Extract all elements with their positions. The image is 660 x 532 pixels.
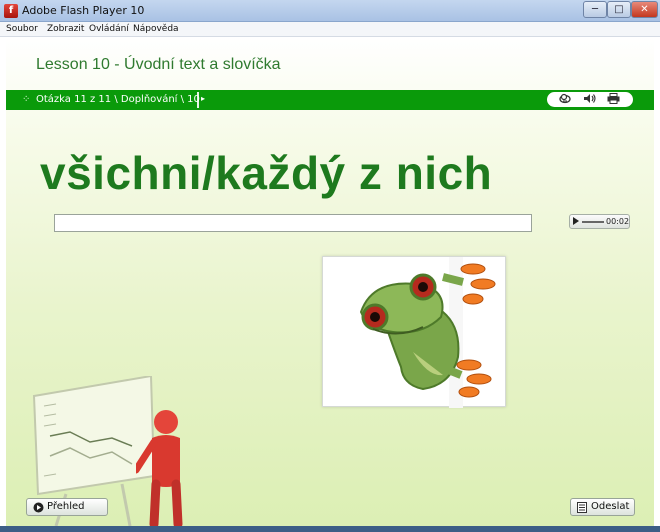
- menu-ovladani[interactable]: Ovládání: [89, 24, 129, 34]
- audio-progress-track[interactable]: [582, 221, 604, 223]
- play-icon[interactable]: [573, 217, 579, 225]
- nav-arrow-icon[interactable]: ▸: [201, 94, 205, 103]
- menu-napoveda[interactable]: Nápověda: [133, 24, 179, 34]
- window-title: Adobe Flash Player 10: [22, 4, 145, 17]
- submit-label: Odeslat: [591, 501, 630, 512]
- play-circle-icon: [33, 502, 44, 516]
- tool-buttons: [547, 92, 633, 107]
- audio-time: 00:02: [606, 217, 630, 226]
- window-title-bar: f Adobe Flash Player 10 ─ □ ✕: [0, 0, 660, 22]
- frog-illustration: [359, 257, 496, 408]
- menu-soubor[interactable]: Soubor: [6, 24, 38, 34]
- maximize-button[interactable]: □: [607, 1, 631, 18]
- frog-picture: [322, 256, 506, 408]
- nav-divider: [197, 92, 199, 108]
- minimize-button[interactable]: ─: [583, 1, 607, 18]
- flash-app-icon: f: [4, 4, 18, 18]
- vocabulary-word: všichni/každý z nich: [40, 147, 493, 199]
- overview-label: Přehled: [47, 501, 85, 512]
- speaker-icon[interactable]: [583, 93, 596, 107]
- presenter-figure-illustration: [136, 410, 183, 526]
- menu-bar: Soubor Zobrazit Ovládání Nápověda: [0, 22, 660, 37]
- audio-player[interactable]: 00:02: [569, 214, 630, 229]
- close-button[interactable]: ✕: [631, 1, 658, 18]
- lesson-stage: Lesson 10 - Úvodní text a slovíčka ⁘ Otá…: [6, 38, 654, 526]
- printer-icon[interactable]: [607, 93, 620, 107]
- menu-zobrazit[interactable]: Zobrazit: [47, 24, 84, 34]
- question-nav-bar: ⁘ Otázka 11 z 11 \ Doplňování \ 10 ▸: [6, 90, 654, 110]
- nav-dots-icon: ⁘: [22, 94, 31, 105]
- cloud-icon[interactable]: [559, 93, 571, 107]
- lesson-title: Lesson 10 - Úvodní text a slovíčka: [36, 56, 281, 73]
- question-breadcrumb: Otázka 11 z 11 \ Doplňování \ 10: [36, 94, 200, 105]
- submit-button[interactable]: Odeslat: [570, 498, 635, 516]
- answer-input[interactable]: [54, 214, 532, 232]
- overview-button[interactable]: Přehled: [26, 498, 108, 516]
- taskbar-strip: [0, 526, 660, 532]
- document-icon: [577, 502, 587, 516]
